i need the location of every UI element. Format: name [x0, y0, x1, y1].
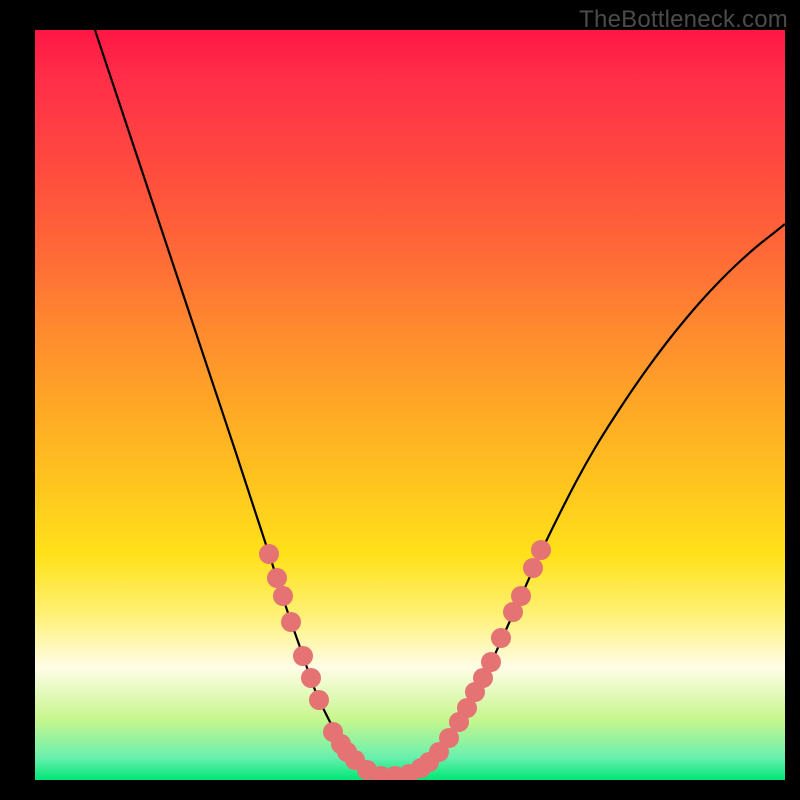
overlay-dot: [531, 540, 551, 560]
chart-svg: [35, 30, 785, 780]
chart-area: [35, 30, 785, 780]
overlay-dot: [267, 568, 287, 588]
watermark-text: TheBottleneck.com: [579, 6, 788, 34]
overlay-dot: [259, 544, 279, 564]
overlay-dot: [491, 628, 511, 648]
overlay-dot: [481, 652, 501, 672]
overlay-dot: [273, 586, 293, 606]
overlay-dots-group: [259, 540, 551, 780]
overlay-dot: [301, 668, 321, 688]
overlay-dot: [281, 612, 301, 632]
overlay-dot: [523, 558, 543, 578]
overlay-dot: [511, 586, 531, 606]
overlay-dot: [309, 690, 329, 710]
overlay-dot: [293, 646, 313, 666]
curve-line: [95, 30, 785, 777]
